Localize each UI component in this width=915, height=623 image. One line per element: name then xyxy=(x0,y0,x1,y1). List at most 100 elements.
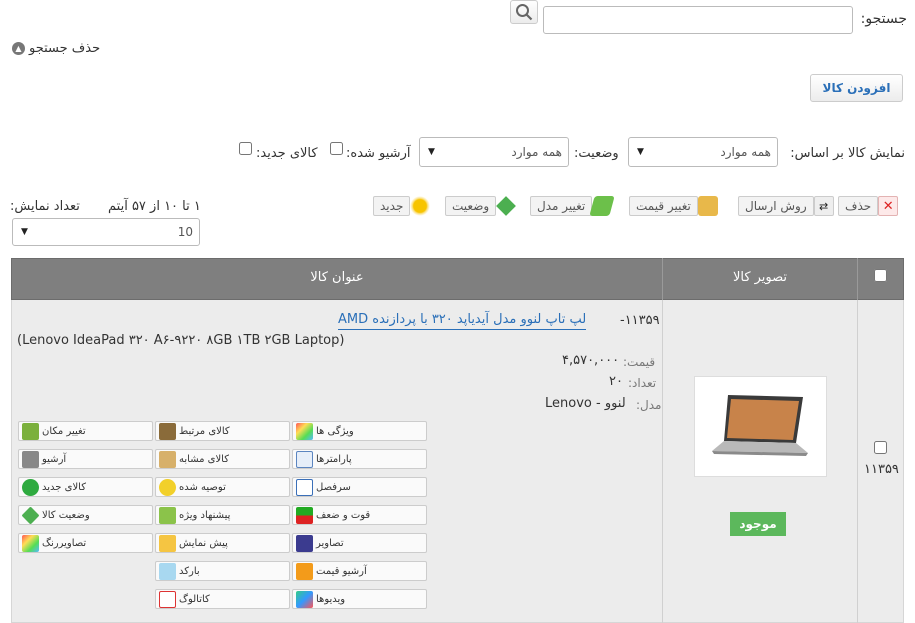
recommended-button[interactable]: توصیه شده xyxy=(155,477,290,497)
new-product-checkbox[interactable] xyxy=(239,142,252,155)
arrows-icon: ⇄ xyxy=(813,196,834,216)
window-icon xyxy=(296,450,313,468)
related-products-button[interactable]: کالای مرتبط xyxy=(155,421,290,441)
chevron-down-icon: ▼ xyxy=(637,147,644,157)
per-page-label: تعداد نمایش: xyxy=(10,199,80,214)
paging-summary: ۱ تا ۱۰ از ۵۷ آیتم xyxy=(108,199,201,214)
preview-label: پیش نمایش xyxy=(179,537,228,549)
show-by-label: نمایش کالا بر اساس: xyxy=(790,146,905,161)
product-title-link[interactable]: لپ تاپ لنوو مدل آیدیاپد ۳۲۰ با پردازنده … xyxy=(338,312,587,330)
special-offer-label: پیشنهاد ویژه xyxy=(179,509,231,521)
show-by-value: همه موارد xyxy=(720,145,771,159)
chevron-up-icon: ▲ xyxy=(12,42,25,55)
related-products-label: کالای مرتبط xyxy=(179,425,230,437)
delete-button[interactable]: ✕ حذف xyxy=(838,196,900,216)
archive-icon xyxy=(22,450,39,468)
status-button[interactable]: وضعیت xyxy=(445,196,518,216)
change-location-label: تغییر مکان xyxy=(42,425,86,437)
play-icon xyxy=(296,590,313,608)
image-icon xyxy=(296,534,313,552)
change-location-button[interactable]: تغییر مکان xyxy=(18,421,153,441)
new-button[interactable]: جدید xyxy=(373,196,432,216)
row-id: ۱۱۳۵۹ xyxy=(864,462,899,477)
archived-label: آرشیو شده: xyxy=(346,146,411,161)
pen-icon xyxy=(159,506,176,524)
archived-checkbox[interactable] xyxy=(330,142,343,155)
new-product-button[interactable]: کالای جدید xyxy=(18,477,153,497)
status-select[interactable]: همه موارد ▼ xyxy=(419,137,569,167)
column-header-image: تصویر کالا xyxy=(732,270,788,285)
plus-minus-icon xyxy=(296,506,313,524)
color-images-label: تصاویررنگ xyxy=(42,537,87,549)
pros-cons-button[interactable]: قوت و ضعف xyxy=(292,505,427,525)
preview-button[interactable]: پیش نمایش xyxy=(155,533,290,553)
tag-icon xyxy=(589,196,615,216)
barcode-label: بارکد xyxy=(179,565,200,577)
product-id-prefix: ۱۱۳۵۹- xyxy=(620,313,660,328)
check-icon xyxy=(22,478,39,496)
palette-icon xyxy=(296,422,313,440)
product-status-button[interactable]: وضعیت کالا xyxy=(18,505,153,525)
shipping-button[interactable]: ⇄ روش ارسال xyxy=(738,196,836,216)
change-price-button[interactable]: تغییر قیمت xyxy=(629,196,720,216)
special-offer-button[interactable]: پیشنهاد ویژه xyxy=(155,505,290,525)
per-page-value: 10 xyxy=(177,225,193,239)
price-archive-button[interactable]: آرشیو قیمت xyxy=(292,561,427,581)
pros-cons-label: قوت و ضعف xyxy=(316,509,371,521)
boxes-icon xyxy=(159,422,176,440)
color-images-button[interactable]: تصاویررنگ xyxy=(18,533,153,553)
outline-button[interactable]: سرفصل xyxy=(292,477,427,497)
count-label: تعداد: xyxy=(628,376,657,390)
barcode-icon xyxy=(159,562,176,580)
status-button-label: وضعیت xyxy=(445,196,497,216)
price-value: ۴,۵۷۰,۰۰۰ xyxy=(562,353,620,368)
similar-products-button[interactable]: کالای مشابه xyxy=(155,449,290,469)
images-label: تصاویر xyxy=(316,537,344,549)
product-status-label: وضعیت کالا xyxy=(42,509,90,521)
archive-button[interactable]: آرشیو xyxy=(18,449,153,469)
search-button[interactable] xyxy=(510,0,538,24)
chevron-down-icon: ▼ xyxy=(21,227,28,237)
images-button[interactable]: تصاویر xyxy=(292,533,427,553)
folder-icon xyxy=(159,534,176,552)
show-by-select[interactable]: همه موارد ▼ xyxy=(628,137,778,167)
select-all-checkbox[interactable] xyxy=(874,269,887,282)
parameters-button[interactable]: پارامترها xyxy=(292,449,427,469)
new-product-action-label: کالای جدید xyxy=(42,481,86,493)
change-model-button[interactable]: تغییر مدل xyxy=(530,196,615,216)
model-value: لنوو - Lenovo xyxy=(545,396,626,411)
row-checkbox[interactable] xyxy=(874,441,887,454)
search-icon xyxy=(516,4,533,21)
per-page-select[interactable]: ▼ 10 xyxy=(12,218,200,246)
features-button[interactable]: ویژگی ها xyxy=(292,421,427,441)
add-product-button[interactable]: افزودن کالا xyxy=(810,74,903,102)
videos-label: ویدیوها xyxy=(316,593,346,605)
status-value: همه موارد xyxy=(511,145,562,159)
archive-label: آرشیو xyxy=(42,453,67,465)
laptop-icon xyxy=(712,394,808,456)
count-value: ۲۰ xyxy=(609,374,623,389)
delete-x-icon: ✕ xyxy=(878,196,899,216)
clear-search-link[interactable]: ▲ حذف جستجو xyxy=(12,41,100,56)
pdf-icon xyxy=(159,590,176,608)
star-icon xyxy=(159,478,176,496)
product-image[interactable] xyxy=(694,376,827,477)
product-subtitle: (Lenovo IdeaPad ۳۲۰ A۶-۹۲۲۰ ۸GB ۱TB ۲GB … xyxy=(17,333,345,348)
similar-products-label: کالای مشابه xyxy=(179,453,229,465)
catalog-button[interactable]: کاتالوگ xyxy=(155,589,290,609)
shipping-label: روش ارسال xyxy=(738,196,814,216)
model-label: مدل: xyxy=(636,398,662,412)
videos-button[interactable]: ویدیوها xyxy=(292,589,427,609)
search-input[interactable] xyxy=(543,6,853,34)
chevron-down-icon: ▼ xyxy=(428,147,435,157)
chart-icon xyxy=(296,562,313,580)
move-icon xyxy=(22,422,39,440)
status-diamond-icon xyxy=(21,505,40,525)
barcode-button[interactable]: بارکد xyxy=(155,561,290,581)
delete-label: حذف xyxy=(838,196,879,216)
change-model-label: تغییر مدل xyxy=(530,196,593,216)
list-icon xyxy=(296,478,313,496)
column-divider xyxy=(662,300,663,623)
change-price-label: تغییر قیمت xyxy=(629,196,698,216)
status-diamond-icon xyxy=(496,196,517,216)
